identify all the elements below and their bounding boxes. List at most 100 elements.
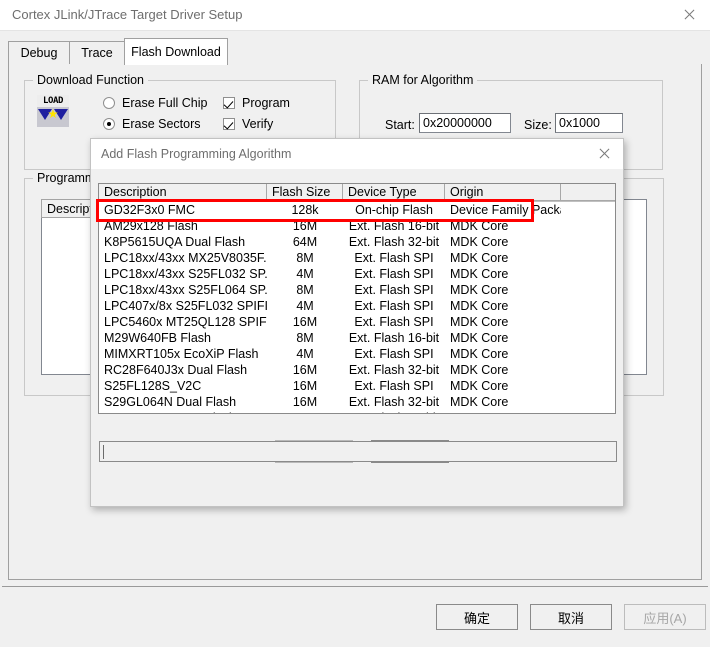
close-icon	[683, 9, 695, 21]
table-row[interactable]: S25FL128S_V2C 16M Ext. Flash SPI MDK Core	[99, 378, 615, 394]
column-header-filler	[561, 184, 615, 201]
cell-flash-size: 8M	[296, 331, 314, 345]
column-header-origin[interactable]: Origin	[445, 184, 561, 201]
window-titlebar: Cortex JLink/JTrace Target Driver Setup	[0, 0, 710, 31]
download-function-title: Download Function	[33, 73, 149, 87]
option-verify[interactable]: Verify	[223, 117, 273, 131]
table-row[interactable]: LPC18xx/43xx MX25V8035F... 8M Ext. Flash S…	[99, 250, 615, 266]
listview-header: Description Flash Size Device Type Origi…	[99, 184, 615, 202]
table-row[interactable]: LPC5460x MT25QL128 SPIFI 16M Ext. Flash SP…	[99, 314, 615, 330]
cell-origin: MDK Core	[450, 347, 509, 361]
cell-flash-size: 4M	[267, 410, 343, 413]
footer-divider	[2, 586, 708, 587]
cell-flash-size: 8M	[296, 283, 314, 297]
apply-button[interactable]: 应用(A)	[624, 604, 706, 630]
tab-debug-label: Debug	[20, 46, 58, 60]
dialog-close-button[interactable]	[585, 139, 623, 169]
tab-flash-download-label: Flash Download	[131, 45, 221, 59]
cell-origin: MDK Core	[450, 235, 509, 249]
cell-device-type: Ext. Flash SPI	[354, 267, 434, 281]
cell-device-type: Ext. Flash SPI	[354, 299, 434, 313]
cell-flash-size: 8M	[296, 251, 314, 265]
cell-flash-size: 16M	[292, 395, 318, 409]
cancel-button-main[interactable]: 取消	[530, 604, 612, 630]
option-erase-sectors-label: Erase Sectors	[122, 117, 201, 131]
cell-flash-size: 4M	[296, 347, 314, 361]
table-row[interactable]: LPC18xx/43xx S25FL032 SP... 4M Ext. Flash …	[99, 266, 615, 282]
option-erase-sectors[interactable]: Erase Sectors	[103, 117, 201, 131]
cell-description: S25FL128S_V2C	[104, 379, 202, 393]
ram-size-label: Size:	[524, 118, 552, 132]
tab-trace-label: Trace	[81, 46, 113, 60]
tab-flash-download[interactable]: Flash Download	[124, 38, 228, 65]
tab-trace[interactable]: Trace	[69, 41, 125, 64]
option-erase-full-chip[interactable]: Erase Full Chip	[103, 96, 207, 110]
cell-description: K8P5615UQA Dual Flash	[104, 235, 246, 249]
cell-description: GD32F3x0 FMC	[104, 203, 195, 217]
ram-for-algorithm-title: RAM for Algorithm	[368, 73, 478, 87]
cell-description: AM29x128 Flash	[104, 219, 198, 233]
cell-device-type: Ext. Flash SPI	[354, 347, 434, 361]
cell-origin: MDK Core	[450, 299, 509, 313]
cell-origin: MDK Core	[450, 379, 509, 393]
cell-flash-size: 4M	[296, 299, 314, 313]
dialog-titlebar: Add Flash Programming Algorithm	[91, 139, 623, 169]
ok-button[interactable]: 确定	[436, 604, 518, 630]
cell-device-type: Ext. Flash 16-bit	[343, 410, 445, 413]
text-caret	[103, 445, 104, 459]
cell-origin: MDK Core	[445, 410, 561, 413]
cell-device-type: Ext. Flash 32-bit	[348, 395, 440, 409]
ram-size-input[interactable]: 0x1000	[555, 113, 623, 133]
table-row[interactable]: RC28F640J3x Dual Flash 16M Ext. Flash 32-b…	[99, 362, 615, 378]
cell-description: S29JL032H_BOT Flash	[99, 410, 267, 413]
cell-device-type: Ext. Flash 32-bit	[348, 363, 440, 377]
cell-device-type: Ext. Flash SPI	[354, 251, 434, 265]
option-program[interactable]: Program	[223, 96, 290, 110]
radio-erase-sectors[interactable]	[103, 118, 115, 130]
table-row[interactable]: K8P5615UQA Dual Flash 64M Ext. Flash 32-bi…	[99, 234, 615, 250]
table-row[interactable]: MIMXRT105x EcoXiP Flash 4M Ext. Flash SPI M…	[99, 346, 615, 362]
cell-origin: MDK Core	[450, 363, 509, 377]
window-close-button[interactable]	[668, 0, 710, 29]
cell-device-type: On-chip Flash	[355, 203, 433, 217]
checkbox-verify[interactable]	[223, 118, 235, 130]
table-row[interactable]: LPC407x/8x S25FL032 SPIFI 4M Ext. Flash SP…	[99, 298, 615, 314]
cell-origin: MDK Core	[450, 267, 509, 281]
table-row[interactable]: M29W640FB Flash 8M Ext. Flash 16-bit MDK Co…	[99, 330, 615, 346]
option-verify-label: Verify	[242, 117, 274, 131]
ram-start-input[interactable]: 0x20000000	[419, 113, 511, 133]
target-driver-setup-window: Cortex JLink/JTrace Target Driver Setup …	[0, 0, 710, 647]
listview-rows: GD32F3x0 FMC 128k On-chip Flash Device Fami…	[99, 202, 615, 413]
checkbox-program[interactable]	[223, 97, 235, 109]
cell-device-type: Ext. Flash SPI	[354, 379, 434, 393]
cell-description: S29GL064N Dual Flash	[104, 395, 237, 409]
dialog-path-input[interactable]	[99, 441, 617, 462]
option-program-label: Program	[242, 96, 290, 110]
cell-flash-size: 16M	[292, 363, 318, 377]
cell-flash-size: 16M	[292, 219, 318, 233]
column-header-device-type[interactable]: Device Type	[343, 184, 445, 201]
cell-device-type: Ext. Flash 16-bit	[348, 219, 440, 233]
cell-description: LPC407x/8x S25FL032 SPIFI	[104, 299, 267, 313]
tab-debug[interactable]: Debug	[8, 41, 70, 64]
close-icon	[598, 148, 610, 160]
cell-device-type: Ext. Flash SPI	[354, 315, 434, 329]
cell-origin: MDK Core	[450, 331, 509, 345]
column-header-flash-size[interactable]: Flash Size	[267, 184, 343, 201]
table-row[interactable]: AM29x128 Flash 16M Ext. Flash 16-bit MDK Co…	[99, 218, 615, 234]
ok-button-label: 确定	[463, 610, 490, 626]
cell-description: RC28F640J3x Dual Flash	[104, 363, 248, 377]
table-row[interactable]: S29GL064N Dual Flash 16M Ext. Flash 32-bit…	[99, 394, 615, 410]
column-header-description[interactable]: Description	[99, 184, 267, 201]
table-row[interactable]: S29JL032H_BOT Flash4MExt. Flash 16-bitMD…	[99, 410, 615, 413]
window-title: Cortex JLink/JTrace Target Driver Setup	[12, 7, 243, 22]
cell-device-type: Ext. Flash 32-bit	[348, 235, 440, 249]
table-row[interactable]: LPC18xx/43xx S25FL064 SP... 8M Ext. Flash …	[99, 282, 615, 298]
cell-description: M29W640FB Flash	[104, 331, 211, 345]
radio-erase-full-chip[interactable]	[103, 97, 115, 109]
table-row[interactable]: GD32F3x0 FMC 128k On-chip Flash Device Fami…	[99, 202, 615, 218]
ram-start-value: 0x20000000	[423, 116, 492, 130]
flash-algorithm-listview[interactable]: Description Flash Size Device Type Origi…	[98, 183, 616, 414]
cell-origin: MDK Core	[450, 251, 509, 265]
cell-device-type: Ext. Flash 16-bit	[348, 331, 440, 345]
